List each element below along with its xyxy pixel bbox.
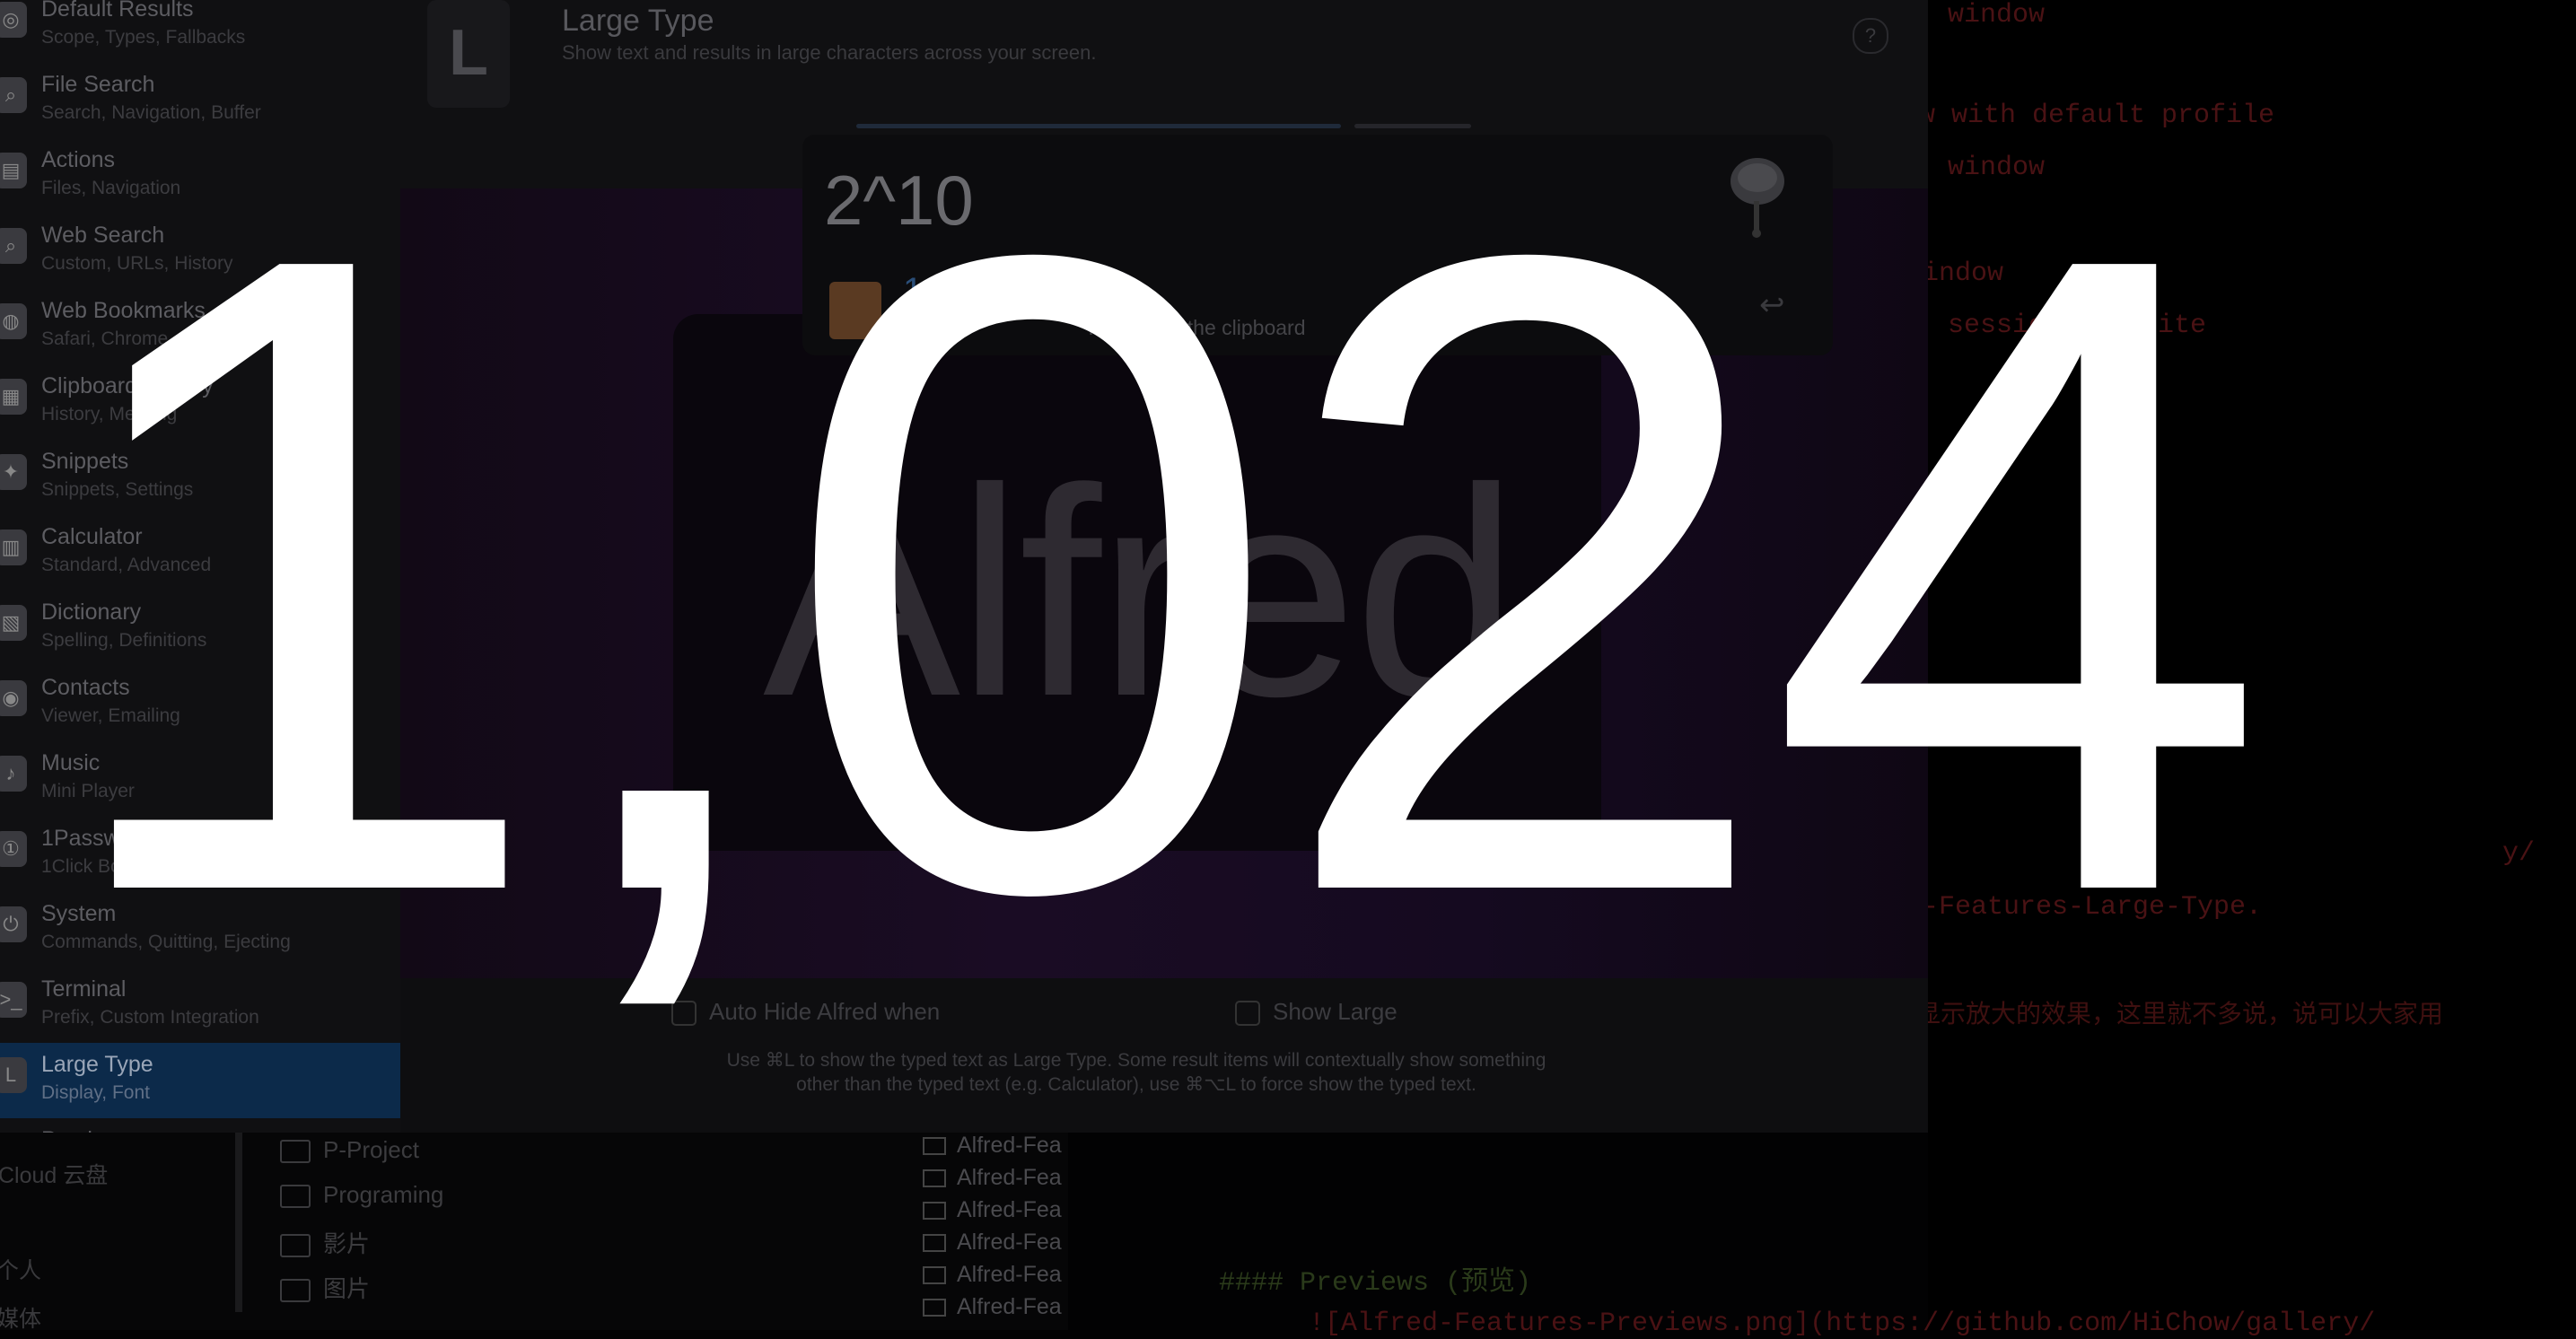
bookmarks-icon: ◍ bbox=[0, 303, 27, 339]
large-type-icon: L bbox=[0, 1057, 27, 1093]
onepassword-icon: ① bbox=[0, 831, 27, 867]
default-results-icon: ◎ bbox=[0, 2, 27, 38]
finder-file-row[interactable]: Alfred-Fea bbox=[923, 1294, 1062, 1320]
clipboard-icon: ▦ bbox=[0, 379, 27, 415]
dictionary-icon: ▧ bbox=[0, 605, 27, 641]
actions-icon: ▤ bbox=[0, 153, 27, 188]
snippets-icon: ✦ bbox=[0, 454, 27, 490]
finder-sidebar-item-personal[interactable]: 个人 bbox=[0, 1253, 41, 1285]
calculator-icon: ▥ bbox=[0, 529, 27, 565]
large-type-text[interactable]: 1,024 bbox=[45, 0, 2576, 1292]
music-icon: ♪ bbox=[0, 756, 27, 792]
finder-sidebar-item-media[interactable]: 媒体 bbox=[0, 1301, 41, 1334]
web-search-icon: ⌕ bbox=[0, 228, 27, 264]
terminal-icon: >_ bbox=[0, 982, 27, 1018]
contacts-icon: ◉ bbox=[0, 680, 27, 716]
editor-image-link: ![Alfred-Features-Previews.png](https://… bbox=[1309, 1308, 2376, 1339]
file-search-icon: ⌕ bbox=[0, 77, 27, 113]
system-icon: ⏻ bbox=[0, 906, 27, 942]
image-file-icon bbox=[923, 1299, 946, 1317]
